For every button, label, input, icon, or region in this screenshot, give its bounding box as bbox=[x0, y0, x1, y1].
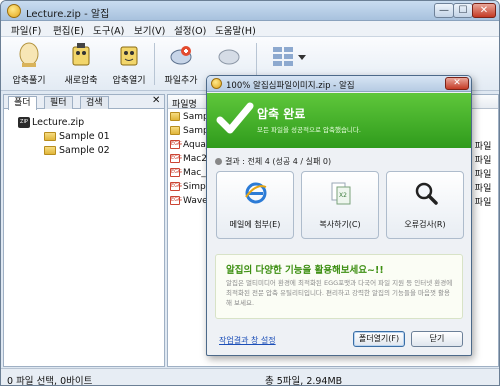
status-bar: 0 파일 선택, 0바이트 총 5파일, 2.94MB bbox=[1, 368, 499, 386]
menu-tools[interactable]: 도구(A) bbox=[93, 23, 124, 37]
folder-icon bbox=[170, 112, 180, 121]
maximize-button[interactable]: ☐ bbox=[453, 3, 473, 18]
success-banner: 압축 완료 모든 파일을 성공적으로 압축했습니다. bbox=[207, 93, 471, 148]
egg-file-icon: EGG bbox=[170, 140, 182, 149]
file-name: Mac_ bbox=[183, 168, 206, 178]
file-row[interactable]: EGGSimpl bbox=[170, 182, 208, 194]
folder-icon bbox=[44, 132, 56, 141]
tree-root[interactable]: ZIP Lecture.zip bbox=[18, 117, 84, 130]
info-bullet-icon bbox=[215, 158, 222, 165]
alzip-app-icon bbox=[211, 78, 222, 89]
menu-settings[interactable]: 설정(O) bbox=[174, 23, 206, 37]
alzip-app-icon bbox=[7, 4, 21, 18]
open-archive-label: 압축열기 bbox=[112, 76, 146, 86]
file-name: Samp bbox=[183, 112, 209, 122]
tree-item-label: Sample 01 bbox=[59, 131, 110, 142]
extract-icon bbox=[19, 42, 39, 67]
dialog-title: 100% 알집심파일이미지.zip - 알집 bbox=[226, 81, 355, 91]
egg-file-icon: EGG bbox=[170, 182, 182, 191]
title-bar[interactable]: Lecture.zip - 알집 — ☐ ✕ bbox=[1, 1, 499, 21]
tree-item[interactable]: Sample 01 bbox=[44, 131, 110, 144]
tree-root-label: Lecture.zip bbox=[32, 117, 85, 128]
file-name: Samp bbox=[183, 126, 209, 136]
pane-close-icon[interactable]: ✕ bbox=[152, 95, 160, 106]
tab-search[interactable]: 검색 bbox=[80, 96, 109, 109]
window-title: Lecture.zip - 알집 bbox=[26, 9, 110, 20]
folder-pane: 폴더 필터 검색 ✕ ZIP Lecture.zip Sample 01 Samp… bbox=[3, 94, 165, 367]
file-name: Simpl bbox=[183, 182, 209, 192]
copy-icon: X2 bbox=[331, 182, 351, 205]
add-file-icon bbox=[170, 46, 192, 65]
banner-subtitle: 모든 파일을 성공적으로 압축했습니다. bbox=[257, 126, 361, 134]
tab-folder[interactable]: 폴더 bbox=[8, 96, 37, 110]
extract-button[interactable]: 압축풀기 bbox=[5, 37, 53, 91]
zip-icon: ZIP bbox=[18, 117, 30, 128]
egg-file-icon: EGG bbox=[170, 168, 182, 177]
archive-summary: 총 5파일, 2.94MB bbox=[265, 376, 343, 386]
menu-file[interactable]: 파일(F) bbox=[11, 23, 41, 37]
chevron-down-icon bbox=[298, 55, 306, 60]
file-row[interactable]: EGGAqua_ bbox=[170, 140, 210, 152]
folder-icon bbox=[44, 146, 56, 155]
promo-body: 알집은 멀티미디어 환경에 최적화된 EGG포맷과 다국어 파일 지원 등 인터… bbox=[226, 279, 453, 307]
menu-view[interactable]: 보기(V) bbox=[134, 23, 165, 37]
svg-text:X2: X2 bbox=[339, 192, 347, 199]
copy-label: 복사하기(C) bbox=[319, 220, 361, 229]
result-summary: 결과 : 전체 4 (성공 4 / 실패 0) bbox=[215, 156, 331, 167]
attach-to-mail-label: 메일에 첨부(E) bbox=[229, 220, 281, 229]
column-filename[interactable]: 파일명 bbox=[172, 97, 197, 110]
new-archive-icon bbox=[72, 43, 90, 66]
file-row[interactable]: EGGMac2 bbox=[170, 154, 207, 166]
delete-icon bbox=[218, 49, 240, 65]
egg-file-icon: EGG bbox=[170, 154, 182, 163]
close-button[interactable]: ✕ bbox=[472, 3, 496, 18]
file-row[interactable]: EGGMac_ bbox=[170, 168, 206, 180]
result-settings-link[interactable]: 작업결과 창 설정 bbox=[219, 335, 276, 346]
left-pane-tabs: 폴더 필터 검색 ✕ bbox=[4, 95, 164, 110]
banner-title: 압축 완료 bbox=[257, 107, 306, 121]
copy-button[interactable]: X2 복사하기(C) bbox=[301, 171, 379, 239]
file-name: Mac2 bbox=[183, 154, 207, 164]
checkmark-icon bbox=[216, 102, 254, 134]
open-archive-button[interactable]: 압축열기 bbox=[105, 37, 153, 91]
minimize-button[interactable]: — bbox=[434, 3, 454, 18]
egg-file-icon: EGG bbox=[170, 196, 182, 205]
selection-status: 0 파일 선택, 0바이트 bbox=[7, 376, 93, 386]
file-name: Wave bbox=[183, 196, 208, 206]
file-row[interactable]: Samp bbox=[170, 112, 209, 124]
add-file-button[interactable]: 파일추가 bbox=[157, 37, 205, 91]
magnifier-icon bbox=[415, 182, 438, 205]
dialog-title-bar[interactable]: 100% 알집심파일이미지.zip - 알집 ✕ bbox=[207, 76, 471, 92]
open-archive-icon bbox=[120, 46, 138, 66]
error-check-button[interactable]: 오류검사(R) bbox=[386, 171, 464, 239]
tree-item[interactable]: Sample 02 bbox=[44, 145, 110, 158]
promo-title: 알집의 다양한 기능을 활용해보세요~!! bbox=[226, 265, 384, 276]
grid-view-icon bbox=[273, 47, 293, 66]
compress-complete-dialog: 100% 알집심파일이미지.zip - 알집 ✕ 압축 완료 모든 파일을 성공… bbox=[206, 75, 472, 356]
attach-to-mail-button[interactable]: 메일에 첨부(E) bbox=[216, 171, 294, 239]
dialog-close-button[interactable]: ✕ bbox=[445, 77, 469, 90]
new-archive-button[interactable]: 새로압축 bbox=[57, 37, 105, 91]
menu-bar: 파일(F) 편집(E) 도구(A) 보기(V) 설정(O) 도움말(H) bbox=[1, 21, 499, 37]
file-row[interactable]: EGGWave bbox=[170, 196, 208, 208]
file-row[interactable]: Samp bbox=[170, 126, 209, 138]
add-file-label: 파일추가 bbox=[164, 76, 198, 86]
close-dialog-button[interactable]: 닫기 bbox=[411, 331, 463, 347]
promo-box: 알집의 다양한 기능을 활용해보세요~!! 알집은 멀티미디어 환경에 최적화된… bbox=[215, 254, 463, 319]
internet-explorer-icon bbox=[245, 182, 267, 204]
open-folder-button[interactable]: 폴더열기(F) bbox=[353, 331, 405, 347]
dialog-footer: 작업결과 창 설정 폴더열기(F) 닫기 bbox=[207, 326, 471, 355]
error-check-label: 오류검사(R) bbox=[404, 220, 446, 229]
folder-icon bbox=[170, 126, 180, 135]
menu-help[interactable]: 도움말(H) bbox=[215, 23, 256, 37]
result-text: 결과 : 전체 4 (성공 4 / 실패 0) bbox=[225, 157, 332, 166]
tab-filter[interactable]: 필터 bbox=[44, 96, 73, 109]
tree-item-label: Sample 02 bbox=[59, 145, 110, 156]
menu-edit[interactable]: 편집(E) bbox=[53, 23, 84, 37]
